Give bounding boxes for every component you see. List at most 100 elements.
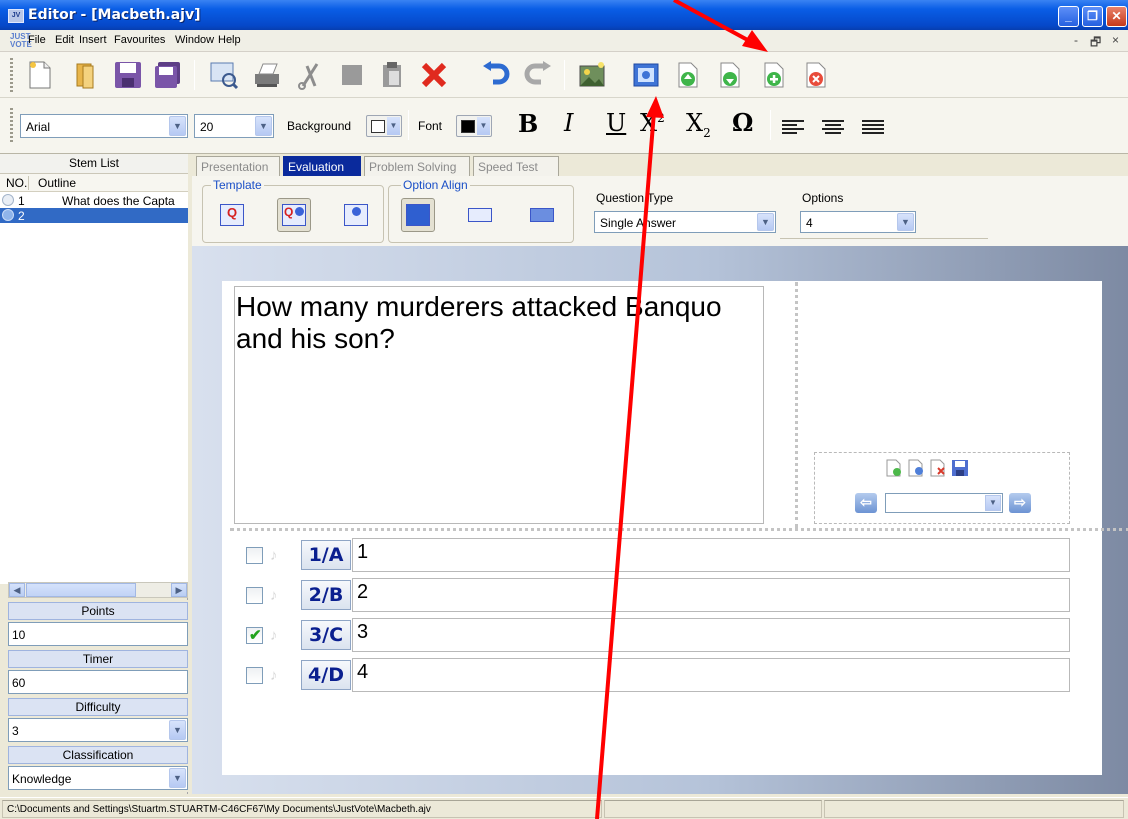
chevron-down-icon[interactable]: ▼ xyxy=(169,768,186,788)
classification-select[interactable]: Knowledge ▼ xyxy=(8,766,188,790)
question-type-select[interactable]: Single Answer ▼ xyxy=(594,211,776,233)
template-question-only-button[interactable]: Q xyxy=(215,198,249,232)
media-prev-button[interactable]: ⇦ xyxy=(855,493,877,513)
cut-icon[interactable] xyxy=(292,57,328,93)
tab-speed-test[interactable]: Speed Test xyxy=(473,156,559,176)
column-outline[interactable]: Outline xyxy=(38,176,76,190)
symbol-button[interactable]: Ω xyxy=(732,108,753,137)
chevron-down-icon[interactable]: ▼ xyxy=(757,213,774,231)
remove-icon[interactable] xyxy=(798,57,834,93)
scroll-thumb[interactable] xyxy=(26,583,136,597)
open-icon[interactable] xyxy=(68,57,104,93)
media-next-button[interactable]: ⇨ xyxy=(1009,493,1031,513)
media-icon[interactable] xyxy=(628,57,664,93)
tab-problem-solving[interactable]: Problem Solving xyxy=(364,156,470,176)
add-icon[interactable] xyxy=(756,57,792,93)
chevron-down-icon[interactable]: ▼ xyxy=(985,495,1001,511)
mdi-restore-button[interactable]: 🗗 xyxy=(1090,33,1101,54)
tab-evaluation[interactable]: Evaluation xyxy=(283,156,361,176)
menu-insert[interactable]: Insert xyxy=(79,34,107,46)
music-note-icon[interactable]: ♪ xyxy=(270,667,286,685)
music-note-icon[interactable]: ♪ xyxy=(270,587,286,605)
template-question-media-button[interactable]: Q xyxy=(277,198,311,232)
superscript-button[interactable]: X2 xyxy=(640,109,665,137)
add-media-icon[interactable] xyxy=(885,459,903,477)
delete-icon[interactable] xyxy=(416,57,452,93)
answer-input[interactable]: 3 xyxy=(352,618,1070,652)
align-center-icon[interactable] xyxy=(822,118,844,138)
move-up-icon[interactable] xyxy=(670,57,706,93)
menu-edit[interactable]: Edit xyxy=(55,34,74,46)
answer-input[interactable]: 4 xyxy=(352,658,1070,692)
correct-answer-checkbox[interactable] xyxy=(246,547,263,564)
chevron-down-icon[interactable]: ▼ xyxy=(387,117,400,135)
menu-file[interactable]: File xyxy=(28,34,46,46)
font-color-button[interactable]: ▼ xyxy=(456,115,492,137)
image-icon[interactable] xyxy=(574,57,610,93)
column-no[interactable]: NO. xyxy=(6,176,27,190)
question-editor[interactable]: How many murderers attacked Banquo and h… xyxy=(234,286,764,524)
delete-media-icon[interactable] xyxy=(929,459,947,477)
scroll-left-icon[interactable]: ◀ xyxy=(9,583,25,597)
chevron-down-icon[interactable]: ▼ xyxy=(255,116,272,136)
template-media-button[interactable] xyxy=(339,198,373,232)
align-justify-icon[interactable] xyxy=(862,118,884,138)
correct-answer-checkbox[interactable] xyxy=(246,667,263,684)
horizontal-scrollbar[interactable]: ◀ ▶ xyxy=(8,582,188,598)
font-size-select[interactable]: 20 ▼ xyxy=(194,114,274,138)
menu-help[interactable]: Help xyxy=(218,34,241,46)
menu-window[interactable]: Window xyxy=(175,34,214,46)
chevron-down-icon[interactable]: ▼ xyxy=(477,117,490,135)
correct-answer-checkbox[interactable] xyxy=(246,626,263,644)
align-left-icon[interactable] xyxy=(782,118,804,138)
chevron-down-icon[interactable]: ▼ xyxy=(169,720,186,740)
answer-input[interactable]: 2 xyxy=(352,578,1070,612)
scroll-right-icon[interactable]: ▶ xyxy=(171,583,187,597)
align-grid-button[interactable] xyxy=(525,198,559,232)
options-select[interactable]: 4 ▼ xyxy=(800,211,916,233)
music-note-icon[interactable]: ♪ xyxy=(270,627,286,645)
new-icon[interactable] xyxy=(22,57,58,93)
undo-icon[interactable] xyxy=(478,57,514,93)
save-all-icon[interactable] xyxy=(150,57,186,93)
align-vertical-button[interactable] xyxy=(401,198,435,232)
save-media-icon[interactable] xyxy=(951,459,969,477)
chevron-down-icon[interactable]: ▼ xyxy=(169,116,186,136)
italic-button[interactable]: I xyxy=(564,109,573,137)
tab-presentation[interactable]: Presentation xyxy=(196,156,280,176)
timer-input[interactable]: 60 xyxy=(8,670,188,694)
question-text[interactable]: How many murderers attacked Banquo and h… xyxy=(235,291,755,355)
media-select[interactable]: ▼ xyxy=(885,493,1003,513)
toolbar-grip[interactable] xyxy=(10,58,13,92)
points-input[interactable]: 10 xyxy=(8,622,188,646)
font-name-select[interactable]: Arial ▼ xyxy=(20,114,188,138)
music-note-icon[interactable]: ♪ xyxy=(270,547,286,565)
paste-icon[interactable] xyxy=(374,57,410,93)
edit-media-icon[interactable] xyxy=(907,459,925,477)
answer-input[interactable]: 1 xyxy=(352,538,1070,572)
minimize-button[interactable]: _ xyxy=(1058,6,1079,27)
column-divider[interactable] xyxy=(28,176,29,190)
chevron-down-icon[interactable]: ▼ xyxy=(897,213,914,231)
align-horizontal-button[interactable] xyxy=(463,198,497,232)
difficulty-select[interactable]: 3 ▼ xyxy=(8,718,188,742)
subscript-button[interactable]: X2 xyxy=(686,109,711,140)
copy-icon[interactable] xyxy=(334,57,370,93)
toolbar-grip[interactable] xyxy=(10,108,13,142)
mdi-close-button[interactable]: × xyxy=(1112,33,1119,47)
correct-answer-checkbox[interactable] xyxy=(246,587,263,604)
stem-row[interactable]: 1 What does the Capta xyxy=(0,193,188,208)
bold-button[interactable]: B xyxy=(518,109,538,138)
move-down-icon[interactable] xyxy=(712,57,748,93)
menu-favourites[interactable]: Favourites xyxy=(114,34,165,46)
background-color-button[interactable]: ▼ xyxy=(366,115,402,137)
mdi-minimize-button[interactable]: - xyxy=(1074,33,1078,47)
restore-button[interactable]: ❐ xyxy=(1082,6,1103,27)
stem-row[interactable]: 2 xyxy=(0,208,188,223)
preview-icon[interactable] xyxy=(206,57,242,93)
redo-icon[interactable] xyxy=(520,57,556,93)
underline-button[interactable]: U xyxy=(606,109,626,137)
print-icon[interactable] xyxy=(248,57,284,93)
close-button[interactable]: ✕ xyxy=(1106,6,1127,27)
save-icon[interactable] xyxy=(110,57,146,93)
